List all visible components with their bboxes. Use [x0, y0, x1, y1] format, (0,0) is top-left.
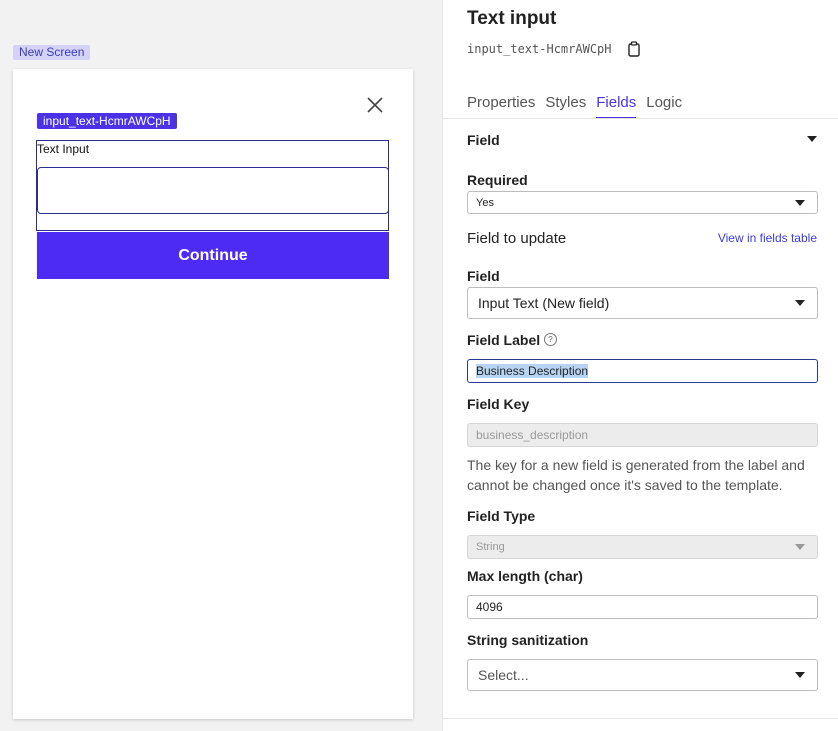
field-label: Field: [467, 268, 500, 284]
required-select[interactable]: Yes: [467, 191, 818, 214]
field-key-help-text: The key for a new field is generated fro…: [467, 457, 805, 493]
panel-tabs: Properties Styles Fields Logic: [467, 94, 692, 119]
properties-panel: Text input input_text-HcmrAWCpH Properti…: [442, 0, 838, 731]
screen-preview: input_text-HcmrAWCpH Text Input Continue: [13, 69, 413, 719]
field-key-label: Field Key: [467, 396, 530, 412]
chevron-down-icon: [795, 672, 805, 678]
screen-tag[interactable]: New Screen: [13, 45, 91, 60]
field-type-select: String: [467, 535, 818, 559]
close-icon[interactable]: [365, 95, 385, 115]
max-length-label: Max length (char): [467, 568, 583, 584]
tab-properties[interactable]: Properties: [467, 94, 535, 119]
tab-fields[interactable]: Fields: [596, 94, 637, 119]
view-in-fields-table-link[interactable]: View in fields table: [718, 231, 817, 245]
tab-styles[interactable]: Styles: [545, 94, 586, 119]
section-header[interactable]: Field: [467, 132, 500, 148]
canvas-area: New Screen input_text-HcmrAWCpH Text Inp…: [0, 0, 442, 731]
field-to-update-heading: Field to update: [467, 230, 567, 247]
field-select-value: Input Text (New field): [478, 295, 610, 311]
tab-logic[interactable]: Logic: [646, 94, 682, 119]
required-label: Required: [467, 172, 528, 188]
field-label-label: Field Label: [467, 332, 541, 348]
field-type-value: String: [476, 541, 505, 553]
tabs-divider: [443, 118, 838, 119]
collapse-caret-icon[interactable]: [807, 136, 817, 142]
max-length-input[interactable]: 4096: [467, 595, 818, 619]
field-type-label: Field Type: [467, 508, 536, 524]
component-id: input_text-HcmrAWCpH: [467, 42, 612, 56]
field-label-input-value: Business Description: [476, 364, 589, 378]
string-sanitization-placeholder: Select...: [478, 667, 529, 683]
panel-title: Text input: [467, 8, 557, 29]
continue-button[interactable]: Continue: [37, 232, 389, 279]
field-key-value: business_description: [476, 428, 589, 442]
max-length-value: 4096: [476, 600, 503, 614]
text-input-label: Text Input: [37, 142, 90, 156]
help-icon[interactable]: ?: [544, 333, 557, 346]
text-input-field[interactable]: [37, 167, 389, 214]
chevron-down-icon: [795, 544, 805, 550]
chevron-down-icon: [795, 199, 805, 206]
clipboard-icon[interactable]: [627, 41, 641, 57]
field-label-input[interactable]: Business Description: [467, 359, 818, 383]
field-select[interactable]: Input Text (New field): [467, 287, 818, 319]
string-sanitization-select[interactable]: Select...: [467, 659, 818, 691]
field-key-input: business_description: [467, 423, 818, 447]
selected-component-tag: input_text-HcmrAWCpH: [37, 113, 177, 129]
bottom-divider: [443, 718, 838, 719]
required-value: Yes: [476, 196, 494, 209]
chevron-down-icon: [795, 300, 805, 306]
string-sanitization-label: String sanitization: [467, 632, 589, 648]
